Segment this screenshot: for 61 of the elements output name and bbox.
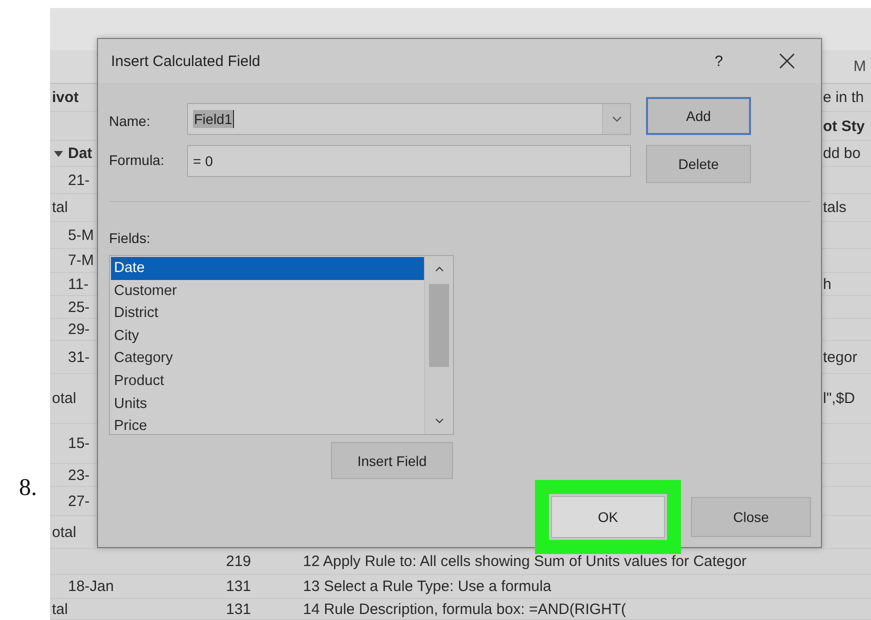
sheet-cell: Dat — [68, 144, 92, 163]
field-label: Name: — [109, 113, 152, 131]
list-item[interactable]: City — [111, 324, 424, 348]
sheet-cell: 14 Rule Description, formula box: =AND(RIGHT( — [303, 600, 626, 618]
sheet-cell: 29- — [68, 320, 90, 339]
field-label: Formula: — [109, 151, 166, 168]
sheet-cell: 219 — [226, 552, 252, 571]
help-button[interactable]: ? — [708, 50, 729, 72]
sheet-cell: tal — [52, 600, 68, 618]
fields-list[interactable]: Date Customer District City Category Product Units Price — [109, 255, 454, 435]
filter-arrow-icon — [54, 150, 62, 156]
sheet-cell: 15- — [68, 434, 90, 453]
sheet-cell: h — [823, 274, 832, 294]
sheet-cell: tal — [52, 198, 68, 217]
sheet-cell: tals — [823, 198, 846, 217]
list-item[interactable]: Date — [111, 257, 424, 280]
chevron-down-icon — [434, 418, 444, 424]
sheet-cell: 18-Jan — [68, 577, 114, 596]
column-label: M — [854, 58, 866, 75]
list-item[interactable]: Category — [111, 347, 424, 370]
sheet-cell: l",$D — [823, 389, 855, 408]
sheet-cell: otal — [52, 389, 76, 408]
dialog-button[interactable]: Add — [646, 97, 751, 135]
insert-field-button[interactable]: Insert Field — [331, 442, 453, 479]
list-item[interactable]: Product — [111, 370, 424, 393]
sheet-cell: 5-M — [68, 226, 94, 244]
sheet-cell: 131 — [226, 600, 252, 618]
dropdown-button[interactable] — [602, 104, 630, 134]
formula-field[interactable]: = 0 — [187, 145, 631, 177]
scrollbar-thumb[interactable] — [429, 284, 449, 367]
list-item[interactable]: Customer — [111, 280, 424, 302]
dialog-title: Insert Calculated Field — [111, 52, 260, 70]
sheet-cell: 27- — [68, 492, 90, 510]
list-item[interactable]: Price — [111, 415, 424, 438]
dialog-button[interactable]: Delete — [646, 145, 751, 183]
sheet-cell: 11- — [68, 274, 89, 294]
sheet-cell: ot Sty — [823, 116, 865, 136]
field-label: Fields: — [109, 229, 150, 248]
step-number: 8. — [19, 475, 37, 502]
sheet-cell: 12 Apply Rule to: All cells showing Sum of Units values for Categor — [303, 552, 747, 571]
close-icon — [779, 53, 795, 69]
list-item[interactable]: District — [111, 302, 424, 325]
sheet-cell: dd bo — [823, 144, 861, 163]
chevron-up-icon — [434, 266, 444, 272]
sheet-cell: 13 Select a Rule Type: Use a formula — [303, 577, 552, 596]
sheet-cell: 25- — [68, 298, 90, 316]
sheet-cell: 23- — [68, 466, 90, 484]
sheet-cell: 21- — [68, 170, 90, 190]
sheet-cell: 7-M — [68, 251, 94, 270]
scrollbar[interactable] — [424, 256, 453, 434]
sheet-cell: e in th — [823, 88, 864, 107]
sheet-cell: ivot — [52, 88, 79, 107]
sheet-cell: otal — [52, 522, 76, 542]
sheet-cell: tegor — [823, 348, 858, 366]
ok-button[interactable]: OK — [551, 496, 665, 538]
caret-icon — [612, 116, 622, 122]
close-dialog-button[interactable]: Close — [691, 497, 811, 537]
list-item[interactable]: Units — [111, 392, 424, 416]
sheet-cell: 131 — [226, 577, 252, 596]
sheet-cell: 31- — [68, 348, 90, 366]
name-field[interactable]: Field1 — [187, 103, 631, 135]
